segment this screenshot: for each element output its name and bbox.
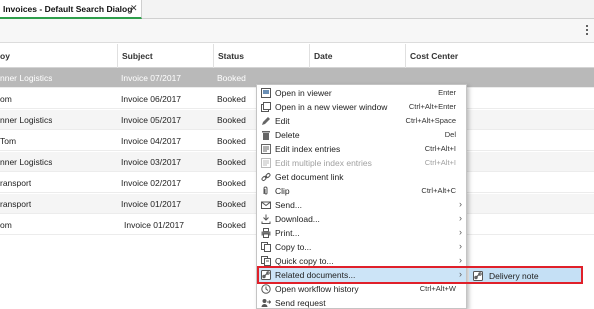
cell-subject: Invoice 03/2017: [121, 157, 182, 167]
menu-item-label: Download...: [275, 214, 320, 224]
tab-invoices[interactable]: Invoices - Default Search Dialog ✕: [0, 0, 142, 19]
menu-item-label: Open in a new viewer window: [275, 102, 388, 112]
menu-item-workflow-history[interactable]: Open workflow history Ctrl+Alt+W: [257, 282, 466, 296]
column-header-status[interactable]: Status: [213, 44, 309, 68]
menu-item-clip[interactable]: Clip Ctrl+Alt+C: [257, 184, 466, 198]
menu-item-print[interactable]: Print... ›: [257, 226, 466, 240]
menu-item-shortcut: Ctrl+Alt+W: [419, 284, 456, 293]
send-icon: [261, 200, 271, 210]
menu-item-label: Send...: [275, 200, 302, 210]
toolbar: [0, 19, 594, 43]
viewer-icon: [261, 88, 271, 98]
menu-item-label: Edit index entries: [275, 144, 341, 154]
menu-item-label: Print...: [275, 228, 300, 238]
menu-item-edit-multiple-index: Edit multiple index entries Ctrl+Alt+I: [257, 156, 466, 170]
menu-item-edit[interactable]: Edit Ctrl+Alt+Space: [257, 114, 466, 128]
menu-item-label: Delete: [275, 130, 300, 140]
chevron-right-icon: ›: [459, 255, 462, 265]
column-header-from[interactable]: oy: [0, 44, 117, 68]
cell-from: ransport: [0, 199, 32, 209]
menu-item-shortcut: Ctrl+Alt+Enter: [408, 102, 456, 111]
cell-status: Booked: [217, 178, 246, 188]
cell-from: nner Logistics: [0, 115, 53, 125]
menu-item-open-new-window[interactable]: Open in a new viewer window Ctrl+Alt+Ent…: [257, 100, 466, 114]
cell-from: ransport: [0, 178, 32, 188]
chevron-right-icon: ›: [459, 227, 462, 237]
chevron-right-icon: ›: [459, 199, 462, 209]
trash-icon: [261, 130, 271, 140]
menu-item-label: Copy to...: [275, 242, 312, 252]
menu-item-label: Edit: [275, 116, 290, 126]
tab-bar: Invoices - Default Search Dialog ✕: [0, 0, 594, 19]
cell-subject: Invoice 05/2017: [121, 115, 182, 125]
cell-status: Booked: [217, 136, 246, 146]
index-icon: [261, 144, 271, 154]
cell-subject: Invoice 01/2017: [124, 220, 185, 230]
cell-status: Booked: [217, 73, 246, 83]
close-icon[interactable]: ✕: [130, 3, 138, 14]
cell-from: om: [0, 94, 12, 104]
cell-subject: Invoice 04/2017: [121, 136, 182, 146]
column-header-date[interactable]: Date: [309, 44, 405, 68]
menu-item-send-request[interactable]: Send request: [257, 296, 466, 309]
menu-item-label: Open in viewer: [275, 88, 332, 98]
menu-item-shortcut: Ctrl+Alt+I: [424, 158, 456, 167]
menu-item-edit-index[interactable]: Edit index entries Ctrl+Alt+I: [257, 142, 466, 156]
menu-item-label: Get document link: [275, 172, 344, 182]
cell-status: Booked: [217, 115, 246, 125]
cell-subject: Invoice 02/2017: [121, 178, 182, 188]
tab-title: Invoices - Default Search Dialog: [3, 4, 133, 14]
download-icon: [261, 214, 271, 224]
cell-from: om: [0, 220, 12, 230]
cell-from: nner Logistics: [0, 157, 53, 167]
workflow-icon: [261, 284, 271, 294]
chevron-right-icon: ›: [459, 213, 462, 223]
column-header-cost-center[interactable]: Cost Center: [405, 44, 594, 68]
menu-item-get-link[interactable]: Get document link: [257, 170, 466, 184]
clip-icon: [261, 186, 271, 196]
menu-item-shortcut: Ctrl+Alt+I: [424, 144, 456, 153]
menu-item-label: Send request: [275, 298, 326, 308]
cell-subject: Invoice 06/2017: [121, 94, 182, 104]
menu-item-delete[interactable]: Delete Del: [257, 128, 466, 142]
menu-item-open-in-viewer[interactable]: Open in viewer Enter: [257, 86, 466, 100]
cell-status: Booked: [217, 157, 246, 167]
print-icon: [261, 228, 271, 238]
menu-item-send[interactable]: Send... ›: [257, 198, 466, 212]
cell-from: nner Logistics: [0, 73, 53, 83]
copy-icon: [261, 242, 271, 252]
menu-item-label: Clip: [275, 186, 290, 196]
menu-item-label: Quick copy to...: [275, 256, 334, 266]
menu-item-label: Open workflow history: [275, 284, 359, 294]
pencil-icon: [261, 116, 271, 126]
new-window-icon: [261, 102, 271, 112]
menu-item-shortcut: Ctrl+Alt+C: [421, 186, 456, 195]
more-options-icon[interactable]: [585, 25, 589, 37]
highlight-annotation-box: [257, 266, 583, 284]
column-header-subject[interactable]: Subject: [117, 44, 213, 68]
quick-copy-icon: [261, 256, 271, 266]
menu-item-shortcut: Del: [444, 130, 456, 139]
cell-status: Booked: [217, 94, 246, 104]
cell-from: Tom: [0, 136, 17, 146]
table-header: oy Subject Status Date Cost Center: [0, 44, 594, 68]
cell-subject: Invoice 01/2017: [121, 199, 182, 209]
cell-status: Booked: [217, 220, 246, 230]
cell-subject: Invoice 07/2017: [121, 73, 182, 83]
link-icon: [261, 172, 271, 182]
cell-status: Booked: [217, 199, 246, 209]
menu-item-shortcut: Enter: [438, 88, 456, 97]
request-icon: [261, 298, 271, 308]
menu-item-label: Edit multiple index entries: [275, 158, 372, 168]
menu-item-download[interactable]: Download... ›: [257, 212, 466, 226]
chevron-right-icon: ›: [459, 241, 462, 251]
menu-item-shortcut: Ctrl+Alt+Space: [405, 116, 456, 125]
multi-index-icon: [261, 158, 271, 168]
menu-item-copy-to[interactable]: Copy to... ›: [257, 240, 466, 254]
